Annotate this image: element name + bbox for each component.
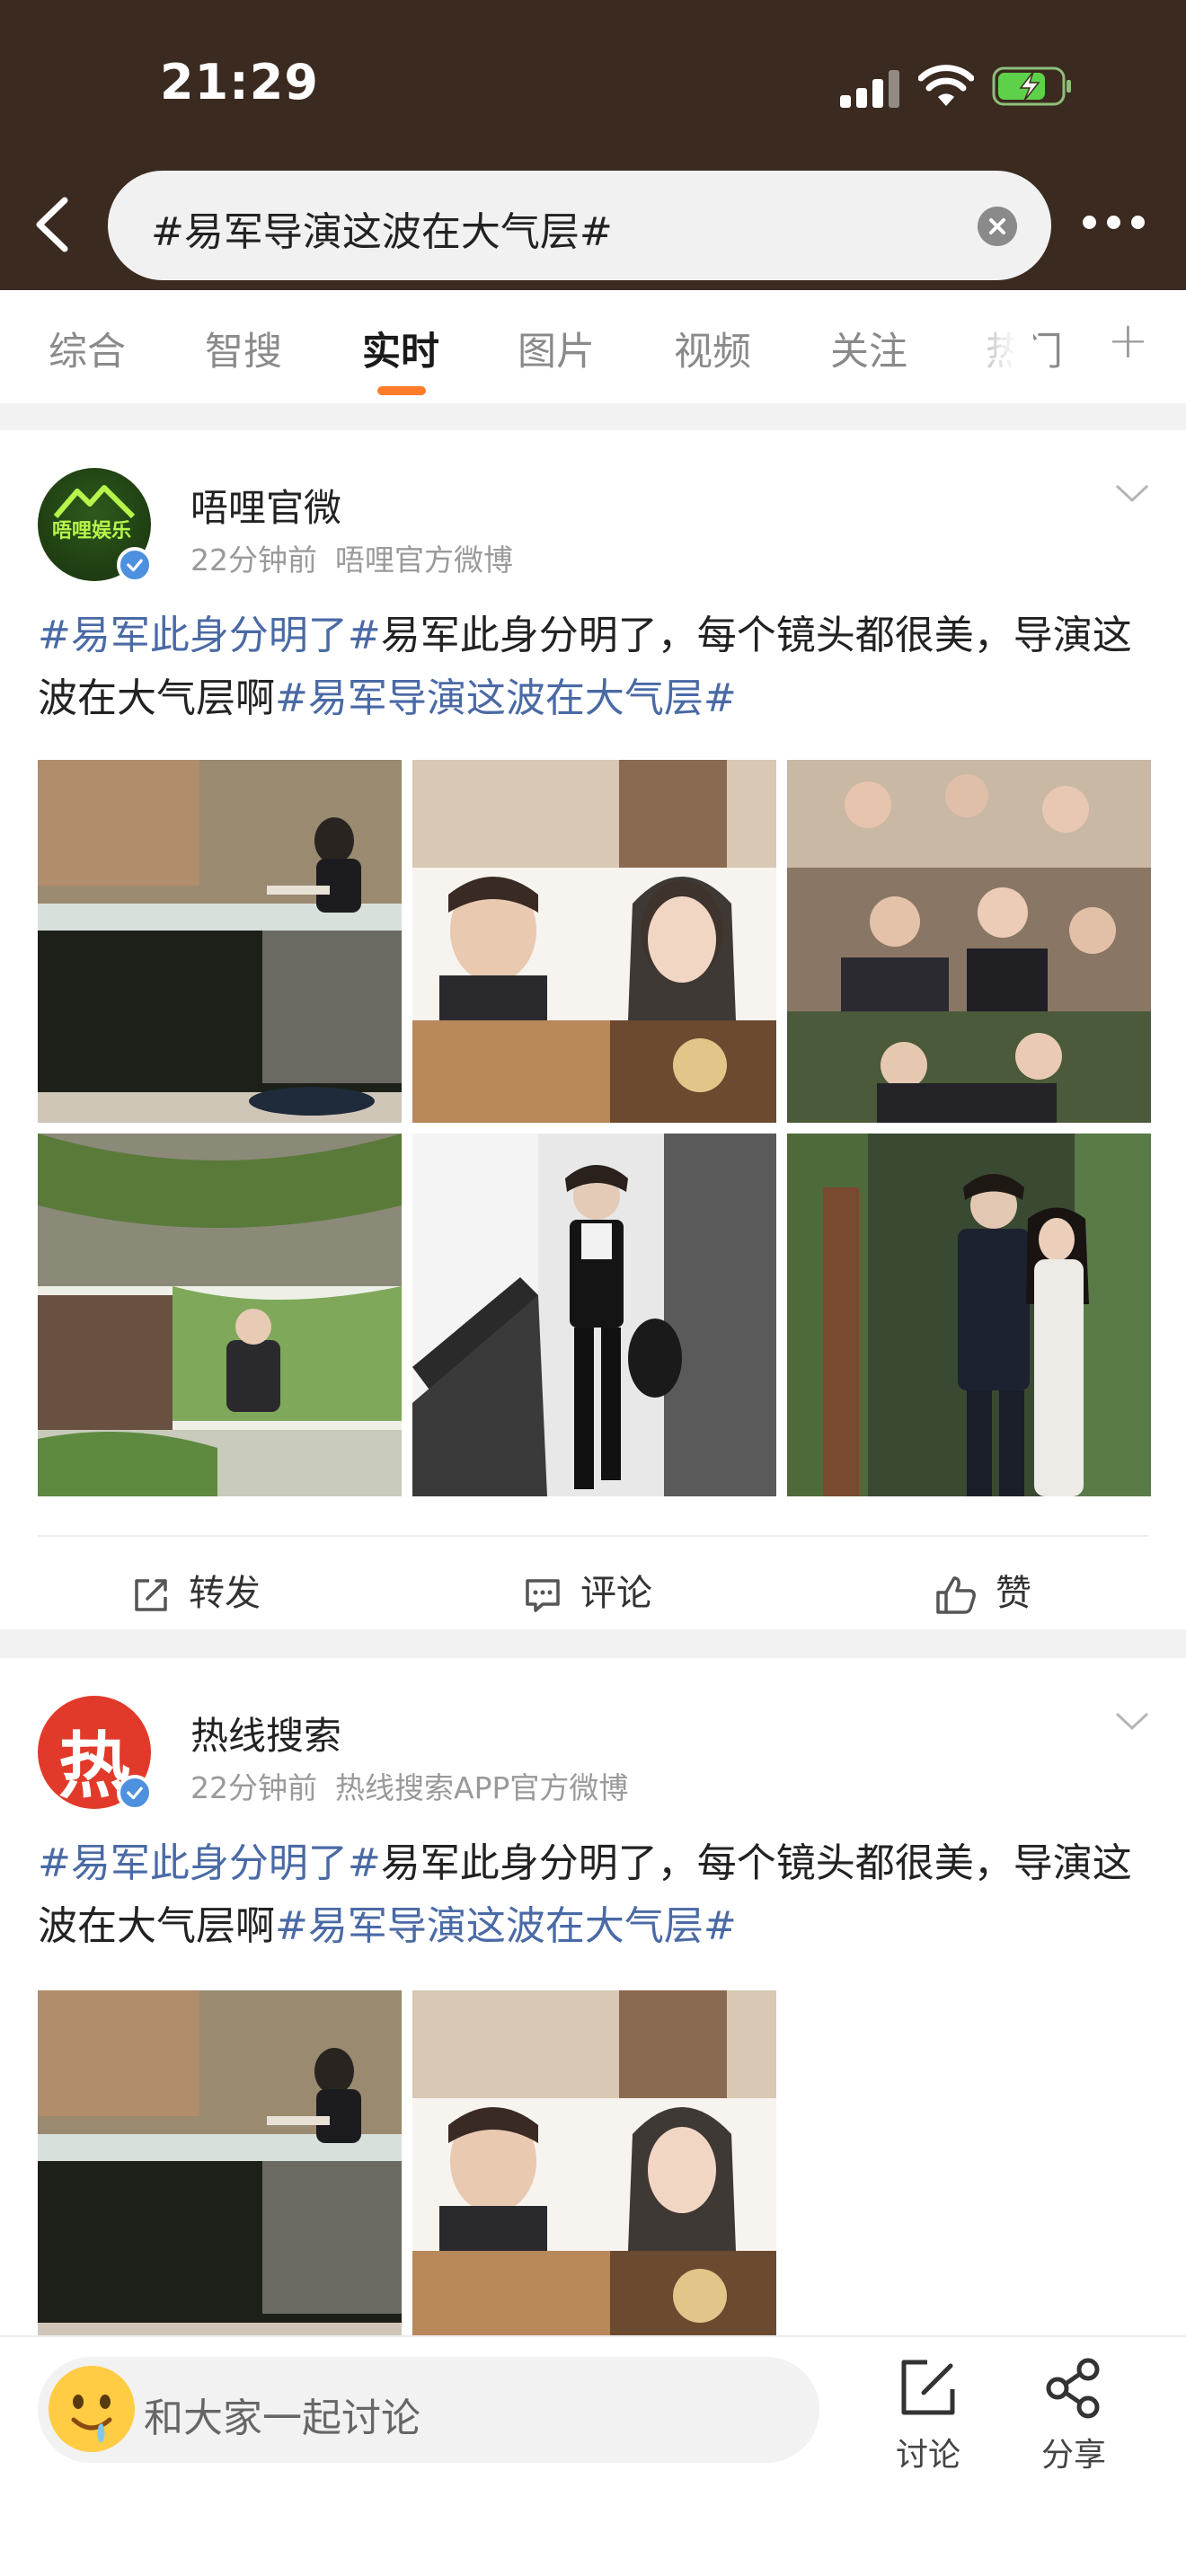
user-name[interactable]: 热线搜索 bbox=[190, 1706, 341, 1760]
post-photo[interactable] bbox=[787, 1134, 1151, 1496]
back-button[interactable] bbox=[27, 193, 81, 256]
like-label: 赞 bbox=[996, 1573, 1031, 1614]
post-photo[interactable] bbox=[412, 1134, 776, 1496]
post-card[interactable]: 热 热线搜索 22分钟前 热线搜索APP官方微博 #易军此身分明了#易军此身分明了… bbox=[0, 1658, 1186, 2335]
comment-button[interactable]: 评论 bbox=[523, 1564, 652, 1616]
status-time: 21:29 bbox=[160, 54, 319, 110]
post-card[interactable]: 唔哩娱乐 唔哩官微 22分钟前 唔哩官方微博 #易军此身分明了#易军此身分明了，每… bbox=[0, 430, 1186, 1629]
post-photo[interactable] bbox=[38, 760, 402, 1123]
post-text: #易军此身分明了#易军此身分明了，每个镜头都很美，导演这波在大气层啊#易军导演这… bbox=[38, 604, 1148, 730]
comment-bubble-icon bbox=[526, 1579, 560, 1612]
thumbs-up-icon bbox=[936, 1576, 976, 1614]
hashtag-link[interactable]: #易军此身分明了# bbox=[38, 1840, 381, 1886]
post-source: 唔哩官方微博 bbox=[335, 543, 513, 578]
edit-note-icon bbox=[901, 2360, 955, 2415]
post-text: #易军此身分明了#易军此身分明了，每个镜头都很美，导演这波在大气层啊#易军导演这… bbox=[38, 1832, 1148, 1958]
post-time: 22分钟前 bbox=[190, 1770, 317, 1805]
repost-button[interactable]: 转发 bbox=[131, 1564, 261, 1616]
share-nodes-icon bbox=[1046, 2358, 1100, 2419]
header: 21:29 #易军导演这波在大气层# bbox=[0, 0, 1186, 290]
cellular-signal-icon bbox=[840, 70, 903, 108]
tab-smart-search[interactable]: 智搜 bbox=[205, 321, 282, 376]
search-query-text: #易军导演这波在大气层# bbox=[151, 209, 613, 255]
emoji-face-icon bbox=[49, 2366, 135, 2452]
share-arrow-icon bbox=[135, 1579, 167, 1611]
share-button[interactable]: 分享 bbox=[1024, 2357, 1123, 2475]
post-action-bar: 转发 评论 赞 bbox=[38, 1535, 1148, 1643]
chevron-down-icon[interactable] bbox=[1114, 482, 1150, 504]
like-button[interactable]: 赞 bbox=[934, 1564, 1031, 1616]
active-tab-indicator bbox=[377, 386, 426, 395]
post-time: 22分钟前 bbox=[190, 543, 317, 578]
bottom-bar: 和大家一起讨论 讨论 分享 bbox=[0, 2335, 1186, 2576]
avatar-logo-text: 唔哩娱乐 bbox=[52, 520, 132, 543]
discuss-button[interactable]: 讨论 bbox=[879, 2357, 978, 2475]
section-divider bbox=[0, 1629, 1186, 1658]
clear-search-button[interactable] bbox=[978, 207, 1017, 246]
verified-badge-icon bbox=[117, 547, 153, 583]
search-input[interactable]: #易军导演这波在大气层# bbox=[108, 171, 1051, 280]
post-meta: 22分钟前 热线搜索APP官方微博 bbox=[190, 1764, 628, 1807]
chevron-down-icon[interactable] bbox=[1114, 1710, 1150, 1732]
tab-following[interactable]: 关注 bbox=[830, 321, 907, 376]
post-photo[interactable] bbox=[412, 760, 776, 1123]
hashtag-link[interactable]: #易军导演这波在大气层# bbox=[275, 675, 737, 721]
comment-label: 评论 bbox=[580, 1573, 652, 1614]
tab-fade-overlay bbox=[952, 308, 1033, 389]
wifi-icon bbox=[918, 65, 974, 106]
post-photo[interactable] bbox=[38, 1990, 402, 2335]
section-divider bbox=[0, 403, 1186, 430]
post-photo[interactable] bbox=[38, 1134, 402, 1496]
post-photo[interactable] bbox=[787, 760, 1151, 1123]
share-label: 分享 bbox=[1040, 2437, 1106, 2474]
verified-badge-icon bbox=[117, 1775, 153, 1811]
tab-realtime[interactable]: 实时 bbox=[362, 321, 439, 376]
avatar[interactable]: 唔哩娱乐 bbox=[38, 468, 153, 583]
avatar[interactable]: 热 bbox=[38, 1696, 153, 1811]
hashtag-link[interactable]: #易军此身分明了# bbox=[38, 613, 381, 658]
post-meta: 22分钟前 唔哩官方微博 bbox=[190, 536, 513, 579]
discussion-input[interactable]: 和大家一起讨论 bbox=[38, 2357, 819, 2463]
post-photo[interactable] bbox=[412, 1990, 776, 2335]
post-source: 热线搜索APP官方微博 bbox=[335, 1770, 629, 1805]
more-options-button[interactable] bbox=[1083, 216, 1147, 237]
hashtag-link[interactable]: #易军导演这波在大气层# bbox=[275, 1903, 737, 1949]
tab-videos[interactable]: 视频 bbox=[674, 321, 751, 376]
add-tab-icon[interactable]: + bbox=[1107, 312, 1149, 370]
user-name[interactable]: 唔哩官微 bbox=[190, 478, 341, 533]
repost-label: 转发 bbox=[189, 1573, 261, 1614]
discuss-label: 讨论 bbox=[895, 2437, 960, 2474]
discussion-placeholder: 和大家一起讨论 bbox=[144, 2395, 420, 2441]
battery-charging-icon bbox=[992, 66, 1071, 106]
tab-images[interactable]: 图片 bbox=[518, 321, 595, 376]
tab-all[interactable]: 综合 bbox=[49, 321, 126, 376]
tab-bar: 综合 智搜 实时 图片 视频 关注 热门 + bbox=[0, 290, 1186, 403]
